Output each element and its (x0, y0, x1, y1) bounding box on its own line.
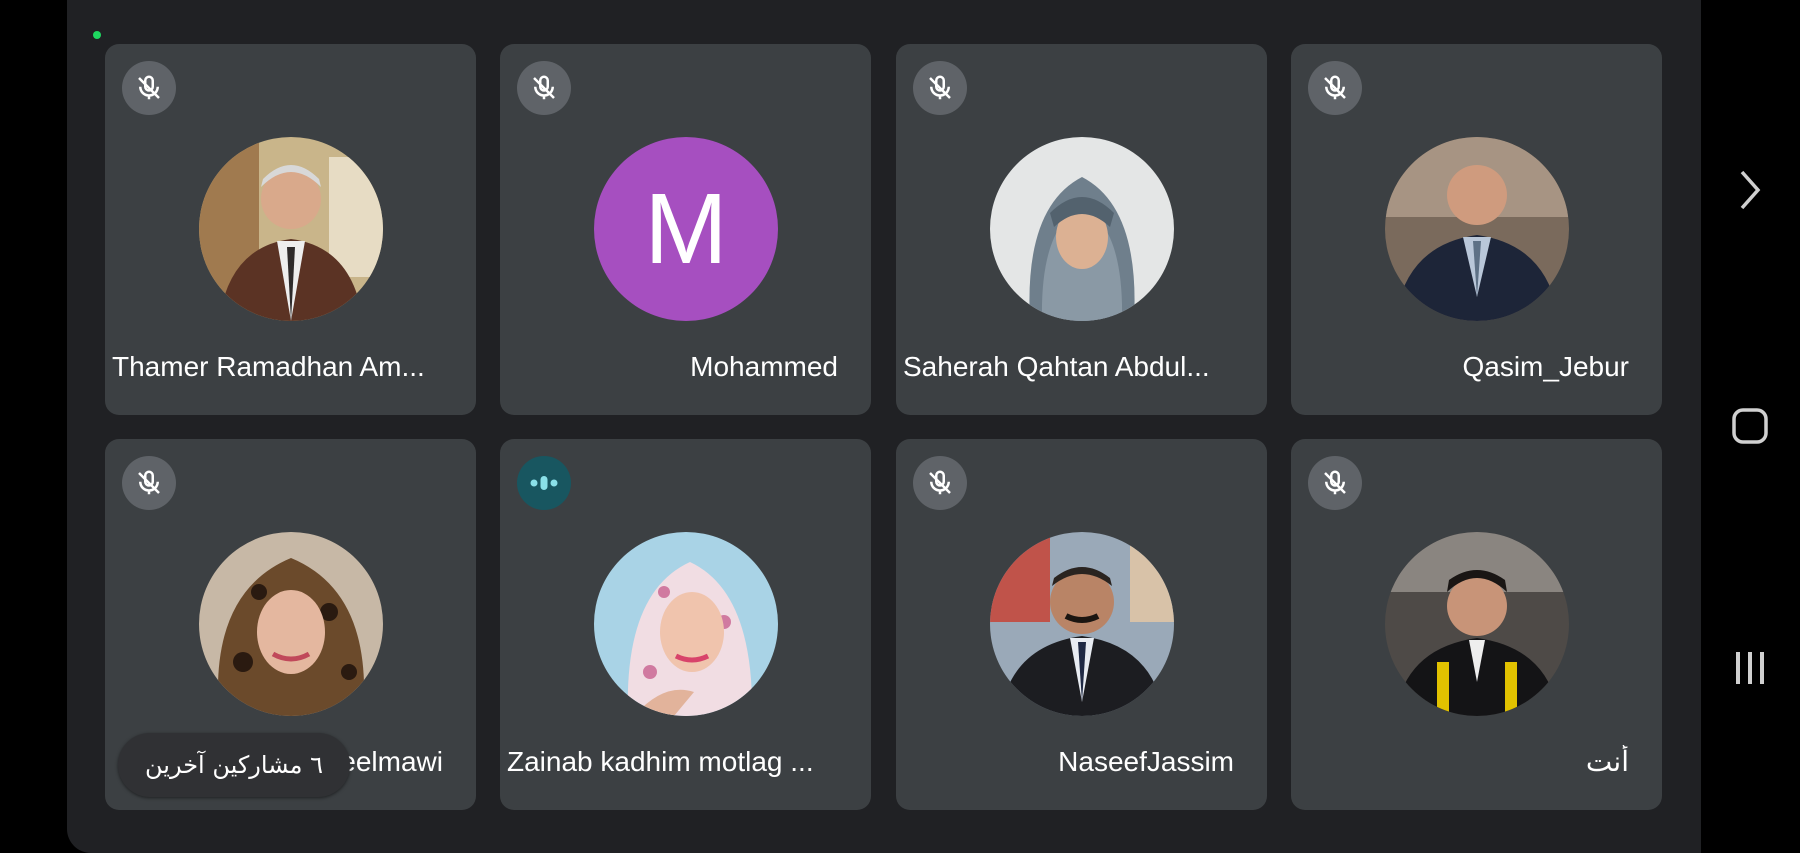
home-square-icon[interactable] (1726, 402, 1774, 450)
avatar (594, 532, 778, 716)
mic-muted-icon (122, 61, 176, 115)
mic-muted-icon (913, 61, 967, 115)
speaking-indicator-icon (517, 456, 571, 510)
participant-name: Saherah Qahtan Abdul... (903, 351, 1210, 382)
participant-tile[interactable]: NaseefJassim (896, 439, 1267, 810)
participant-name: NaseefJassim (1058, 746, 1234, 777)
participant-name-self: أنت (1585, 746, 1629, 777)
avatar (1385, 137, 1569, 321)
letter-avatar: M (594, 137, 778, 321)
connection-status-dot (93, 31, 101, 39)
avatar (199, 137, 383, 321)
participant-name: Mohammed (690, 351, 838, 382)
mic-muted-icon (122, 456, 176, 510)
participant-tile[interactable]: Thamer Ramadhan Am... (105, 44, 476, 415)
participant-name: Qasim_Jebur (1462, 351, 1629, 382)
participant-tile[interactable]: M Mohammed (500, 44, 871, 415)
recents-icon[interactable] (1726, 646, 1774, 690)
mic-muted-icon (913, 456, 967, 510)
participant-tile-self[interactable]: أنت (1291, 439, 1662, 810)
mic-muted-icon (1308, 456, 1362, 510)
mic-muted-icon (517, 61, 571, 115)
participant-tile[interactable]: Qasim_Jebur (1291, 44, 1662, 415)
participant-tile[interactable]: Saherah Qahtan Abdul... (896, 44, 1267, 415)
chevron-right-icon[interactable] (1726, 162, 1774, 218)
participant-name: Thamer Ramadhan Am... (112, 351, 425, 382)
avatar (990, 137, 1174, 321)
avatar (1385, 532, 1569, 716)
other-participants-button[interactable]: ٦ مشاركين آخرين (118, 733, 350, 797)
participant-name: Zainab kadhim motlag ... (507, 746, 814, 777)
avatar (199, 532, 383, 716)
participant-tile[interactable]: Zainab kadhim motlag ... (500, 439, 871, 810)
mic-muted-icon (1308, 61, 1362, 115)
avatar (990, 532, 1174, 716)
